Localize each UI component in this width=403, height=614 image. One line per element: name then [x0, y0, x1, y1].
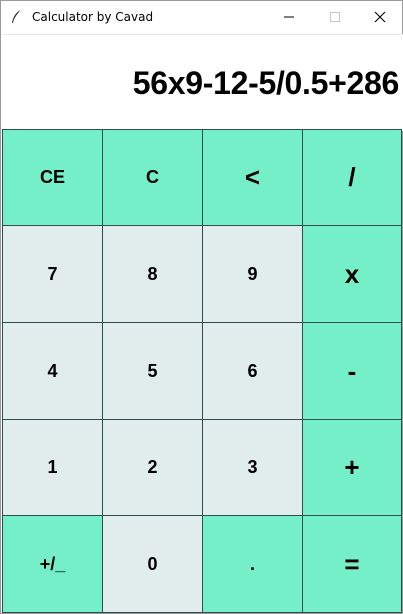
- digit-3-button[interactable]: 3: [202, 419, 303, 516]
- digit-9-button[interactable]: 9: [202, 225, 303, 323]
- clear-button[interactable]: C: [102, 129, 203, 226]
- key-label: 3: [247, 457, 258, 477]
- key-label: .: [249, 553, 255, 574]
- key-label: +: [344, 452, 360, 482]
- equals-button[interactable]: =: [302, 515, 402, 613]
- key-label: /: [348, 162, 356, 192]
- key-label: =: [344, 548, 360, 579]
- multiply-button[interactable]: x: [302, 225, 402, 323]
- digit-6-button[interactable]: 6: [202, 322, 303, 420]
- digit-1-button[interactable]: 1: [2, 419, 103, 516]
- key-label: 9: [247, 263, 258, 284]
- maximize-button[interactable]: [312, 1, 358, 33]
- close-button[interactable]: [357, 1, 403, 33]
- toggle-sign-button[interactable]: +/_: [2, 515, 103, 613]
- key-label: 4: [47, 360, 58, 381]
- key-label: +/_: [39, 553, 66, 574]
- backspace-button[interactable]: <: [202, 129, 303, 226]
- digit-4-button[interactable]: 4: [2, 322, 103, 420]
- key-label: 1: [47, 457, 58, 477]
- key-label: 8: [147, 263, 158, 284]
- minimize-button[interactable]: [266, 1, 312, 33]
- divide-button[interactable]: /: [302, 129, 402, 226]
- add-button[interactable]: +: [302, 419, 402, 516]
- key-label: CE: [39, 167, 65, 187]
- expression-display: 56x9-12-5/0.5+286: [132, 65, 400, 101]
- key-label: 6: [247, 360, 258, 381]
- digit-0-button[interactable]: 0: [102, 515, 203, 613]
- feather-icon: [9, 9, 25, 25]
- key-label: 5: [147, 360, 158, 381]
- key-label: 7: [47, 263, 58, 284]
- display-panel: 56x9-12-5/0.5+286: [2, 34, 403, 131]
- key-label: <: [244, 162, 261, 192]
- key-label: C: [146, 167, 159, 187]
- digit-2-button[interactable]: 2: [102, 419, 203, 516]
- key-label: 0: [147, 553, 158, 574]
- window-title: Calculator by Cavad: [32, 10, 154, 24]
- clear-entry-button[interactable]: CE: [2, 129, 103, 226]
- digit-8-button[interactable]: 8: [102, 225, 203, 323]
- close-icon: [374, 11, 386, 23]
- key-label: x: [344, 258, 360, 289]
- key-label: -: [347, 355, 357, 386]
- key-label: 2: [147, 457, 158, 477]
- keypad: CE C < / 7 8 9 x 4 5 6 - 1 2 3 + +/_ 0. =: [2, 129, 402, 613]
- calculator-window: Calculator by Cavad 56x9-12-5/0.5+286 CE…: [0, 0, 403, 614]
- decimal-point-button[interactable]: .: [202, 515, 303, 613]
- digit-7-button[interactable]: 7: [2, 225, 103, 323]
- maximize-icon: [330, 12, 340, 22]
- digit-5-button[interactable]: 5: [102, 322, 203, 420]
- minimize-icon: [284, 16, 294, 18]
- title-bar[interactable]: Calculator by Cavad: [1, 1, 402, 33]
- subtract-button[interactable]: -: [302, 322, 402, 420]
